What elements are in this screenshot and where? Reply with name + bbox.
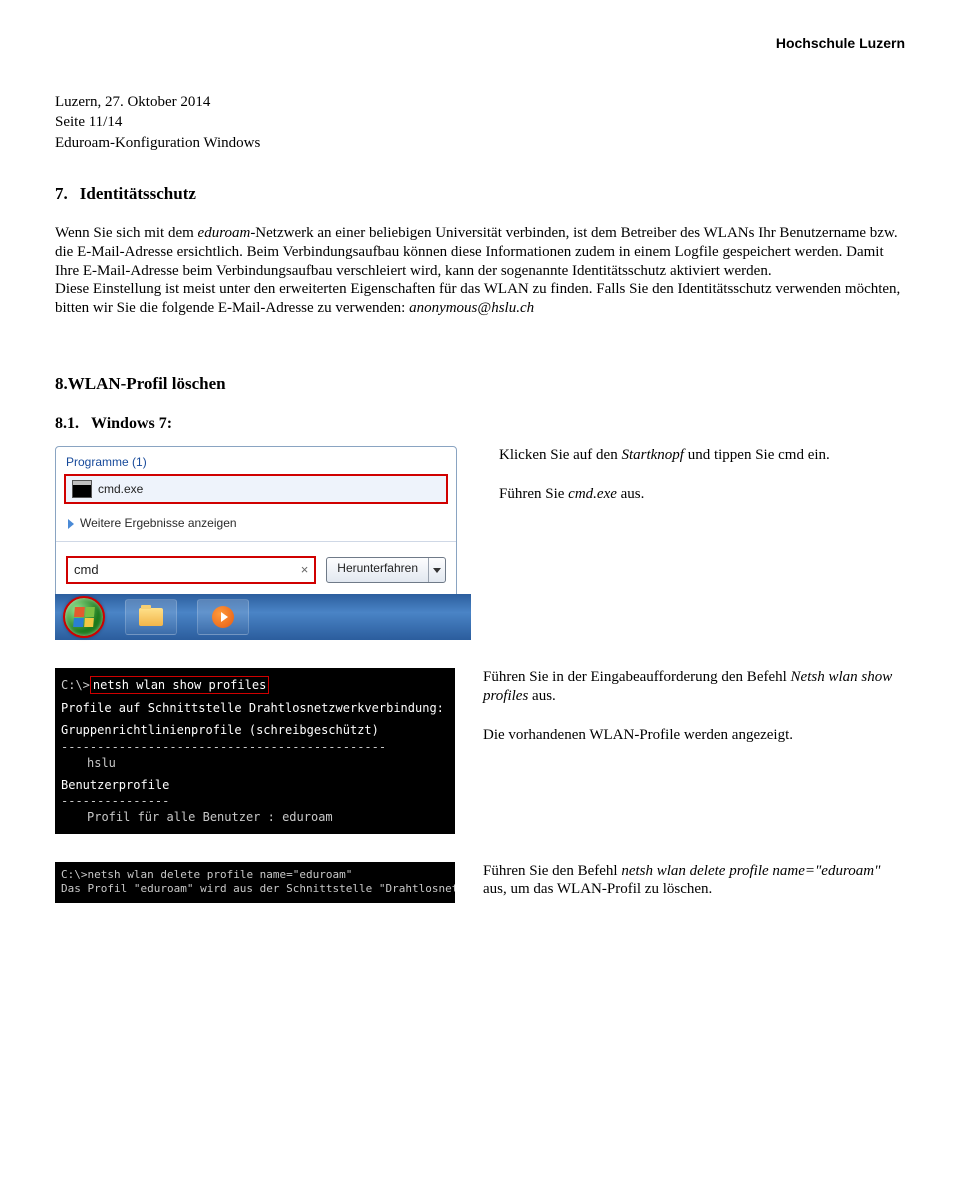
- text-fragment: aus.: [617, 486, 645, 502]
- section-8-1-title: Windows 7:: [91, 415, 172, 432]
- text-fragment: Führen Sie: [499, 486, 568, 502]
- step-2-row: C:\>netsh wlan show profiles Profile auf…: [55, 668, 905, 834]
- startmenu-search-input[interactable]: cmd ×: [66, 556, 316, 584]
- search-value: cmd: [74, 562, 99, 578]
- step-3-line-1: Führen Sie den Befehl netsh wlan delete …: [483, 862, 905, 900]
- text-fragment: Führen Sie den Befehl: [483, 863, 621, 879]
- section-7-paragraph: Wenn Sie sich mit dem eduroam-Netzwerk a…: [55, 224, 905, 318]
- step-2-text: Führen Sie in der Eingabeaufforderung de…: [483, 668, 905, 834]
- shutdown-label: Herunterfahren: [327, 558, 428, 582]
- cmd-prompt: C:\>: [61, 678, 90, 692]
- cmd-command-highlight: netsh wlan show profiles: [90, 676, 269, 694]
- cmd-output-line: Profil für alle Benutzer : eduroam: [61, 809, 449, 825]
- section-7-title: Identitätsschutz: [80, 184, 196, 203]
- cmd-window-delete-profile: C:\>netsh wlan delete profile name="edur…: [55, 862, 455, 904]
- folder-icon: [139, 608, 163, 626]
- text-fragment: Führen Sie in der Eingabeaufforderung de…: [483, 669, 791, 685]
- text-fragment: und tippen Sie cmd ein.: [684, 447, 830, 463]
- startmenu-more-results[interactable]: Weitere Ergebnisse anzeigen: [64, 510, 448, 541]
- cmd-output-line: Benutzerprofile: [61, 777, 449, 793]
- step-1-text: Klicken Sie auf den Startknopf und tippe…: [499, 446, 905, 640]
- text-italic-startknopf: Startknopf: [621, 447, 684, 463]
- step-2-line-2: Die vorhandenen WLAN-Profile werden ange…: [483, 726, 905, 745]
- doc-title-line: Eduroam-Konfiguration Windows: [55, 134, 905, 153]
- startmenu-result-cmd[interactable]: cmd.exe: [64, 474, 448, 504]
- section-8-title: WLAN-Profil löschen: [68, 374, 226, 393]
- chevron-down-icon: [433, 568, 441, 573]
- text-fragment: Wenn Sie sich mit dem: [55, 225, 198, 241]
- shutdown-arrow[interactable]: [428, 558, 445, 582]
- startmenu-result-label: cmd.exe: [98, 482, 143, 497]
- step-2-line-1: Führen Sie in der Eingabeaufforderung de…: [483, 668, 905, 706]
- startmenu-figure: Programme (1) cmd.exe Weitere Ergebnisse…: [55, 446, 471, 640]
- step-1-line-1: Klicken Sie auf den Startknopf und tippe…: [499, 446, 905, 465]
- cmd-output-dashes: ---------------: [61, 793, 449, 809]
- text-italic-netsh-delete: netsh wlan delete profile name="eduroam": [621, 863, 880, 879]
- step-1-line-2: Führen Sie cmd.exe aus.: [499, 485, 905, 504]
- section-7-heading: 7. Identitätsschutz: [55, 183, 905, 204]
- cmd-command-highlight: netsh wlan delete profile name="eduroam": [88, 868, 353, 881]
- page-line: Seite 11/14: [55, 113, 905, 132]
- play-icon: [221, 612, 228, 622]
- start-menu: Programme (1) cmd.exe Weitere Ergebnisse…: [55, 446, 457, 595]
- taskbar: [55, 594, 471, 640]
- doc-header-right: Hochschule Luzern: [55, 35, 905, 53]
- cmd-output-line: hslu: [61, 755, 449, 771]
- text-fragment: aus, um das WLAN-Profil zu löschen.: [483, 881, 712, 897]
- section-7-number: 7.: [55, 183, 68, 204]
- startmenu-group-title: Programme (1): [64, 455, 448, 470]
- chevron-right-icon: [68, 519, 74, 529]
- text-italic-anonymous: anonymous@hslu.ch: [409, 300, 534, 316]
- clear-search-icon[interactable]: ×: [301, 562, 309, 578]
- section-8-number: 8.: [55, 374, 68, 393]
- cmd-prompt: C:\>: [61, 868, 88, 881]
- step-3-text: Führen Sie den Befehl netsh wlan delete …: [483, 862, 905, 904]
- taskbar-explorer[interactable]: [125, 599, 177, 635]
- section-8-1-heading: 8.1. Windows 7:: [55, 414, 905, 434]
- shutdown-button[interactable]: Herunterfahren: [326, 557, 446, 583]
- more-results-label: Weitere Ergebnisse anzeigen: [80, 516, 237, 531]
- section-8-heading: 8.WLAN-Profil löschen: [55, 373, 905, 394]
- section-8-1-number: 8.1.: [55, 414, 79, 434]
- text-italic-cmdexe: cmd.exe: [568, 486, 617, 502]
- step-3-row: C:\>netsh wlan delete profile name="edur…: [55, 862, 905, 904]
- cmd-output-line: Das Profil "eduroam" wird aus der Schnit…: [61, 882, 449, 897]
- cmd-window-show-profiles: C:\>netsh wlan show profiles Profile auf…: [55, 668, 455, 834]
- startmenu-divider: [56, 541, 456, 542]
- media-player-icon: [212, 606, 234, 628]
- doc-preheader: Luzern, 27. Oktober 2014 Seite 11/14 Edu…: [55, 93, 905, 153]
- cmd-icon: [72, 480, 92, 498]
- cmd-output-line: Profile auf Schnittstelle Drahtlosnetzwe…: [61, 700, 449, 716]
- start-button[interactable]: [63, 596, 105, 638]
- cmd-output-dashes: ----------------------------------------…: [61, 739, 449, 755]
- windows-logo-icon: [73, 607, 95, 627]
- text-fragment: aus.: [528, 688, 556, 704]
- step-1-row: Programme (1) cmd.exe Weitere Ergebnisse…: [55, 446, 905, 640]
- text-fragment: Klicken Sie auf den: [499, 447, 621, 463]
- cmd-output-line: Gruppenrichtlinienprofile (schreibgeschü…: [61, 722, 449, 738]
- date-line: Luzern, 27. Oktober 2014: [55, 93, 905, 112]
- text-italic-eduroam: eduroam: [198, 225, 251, 241]
- taskbar-media-player[interactable]: [197, 599, 249, 635]
